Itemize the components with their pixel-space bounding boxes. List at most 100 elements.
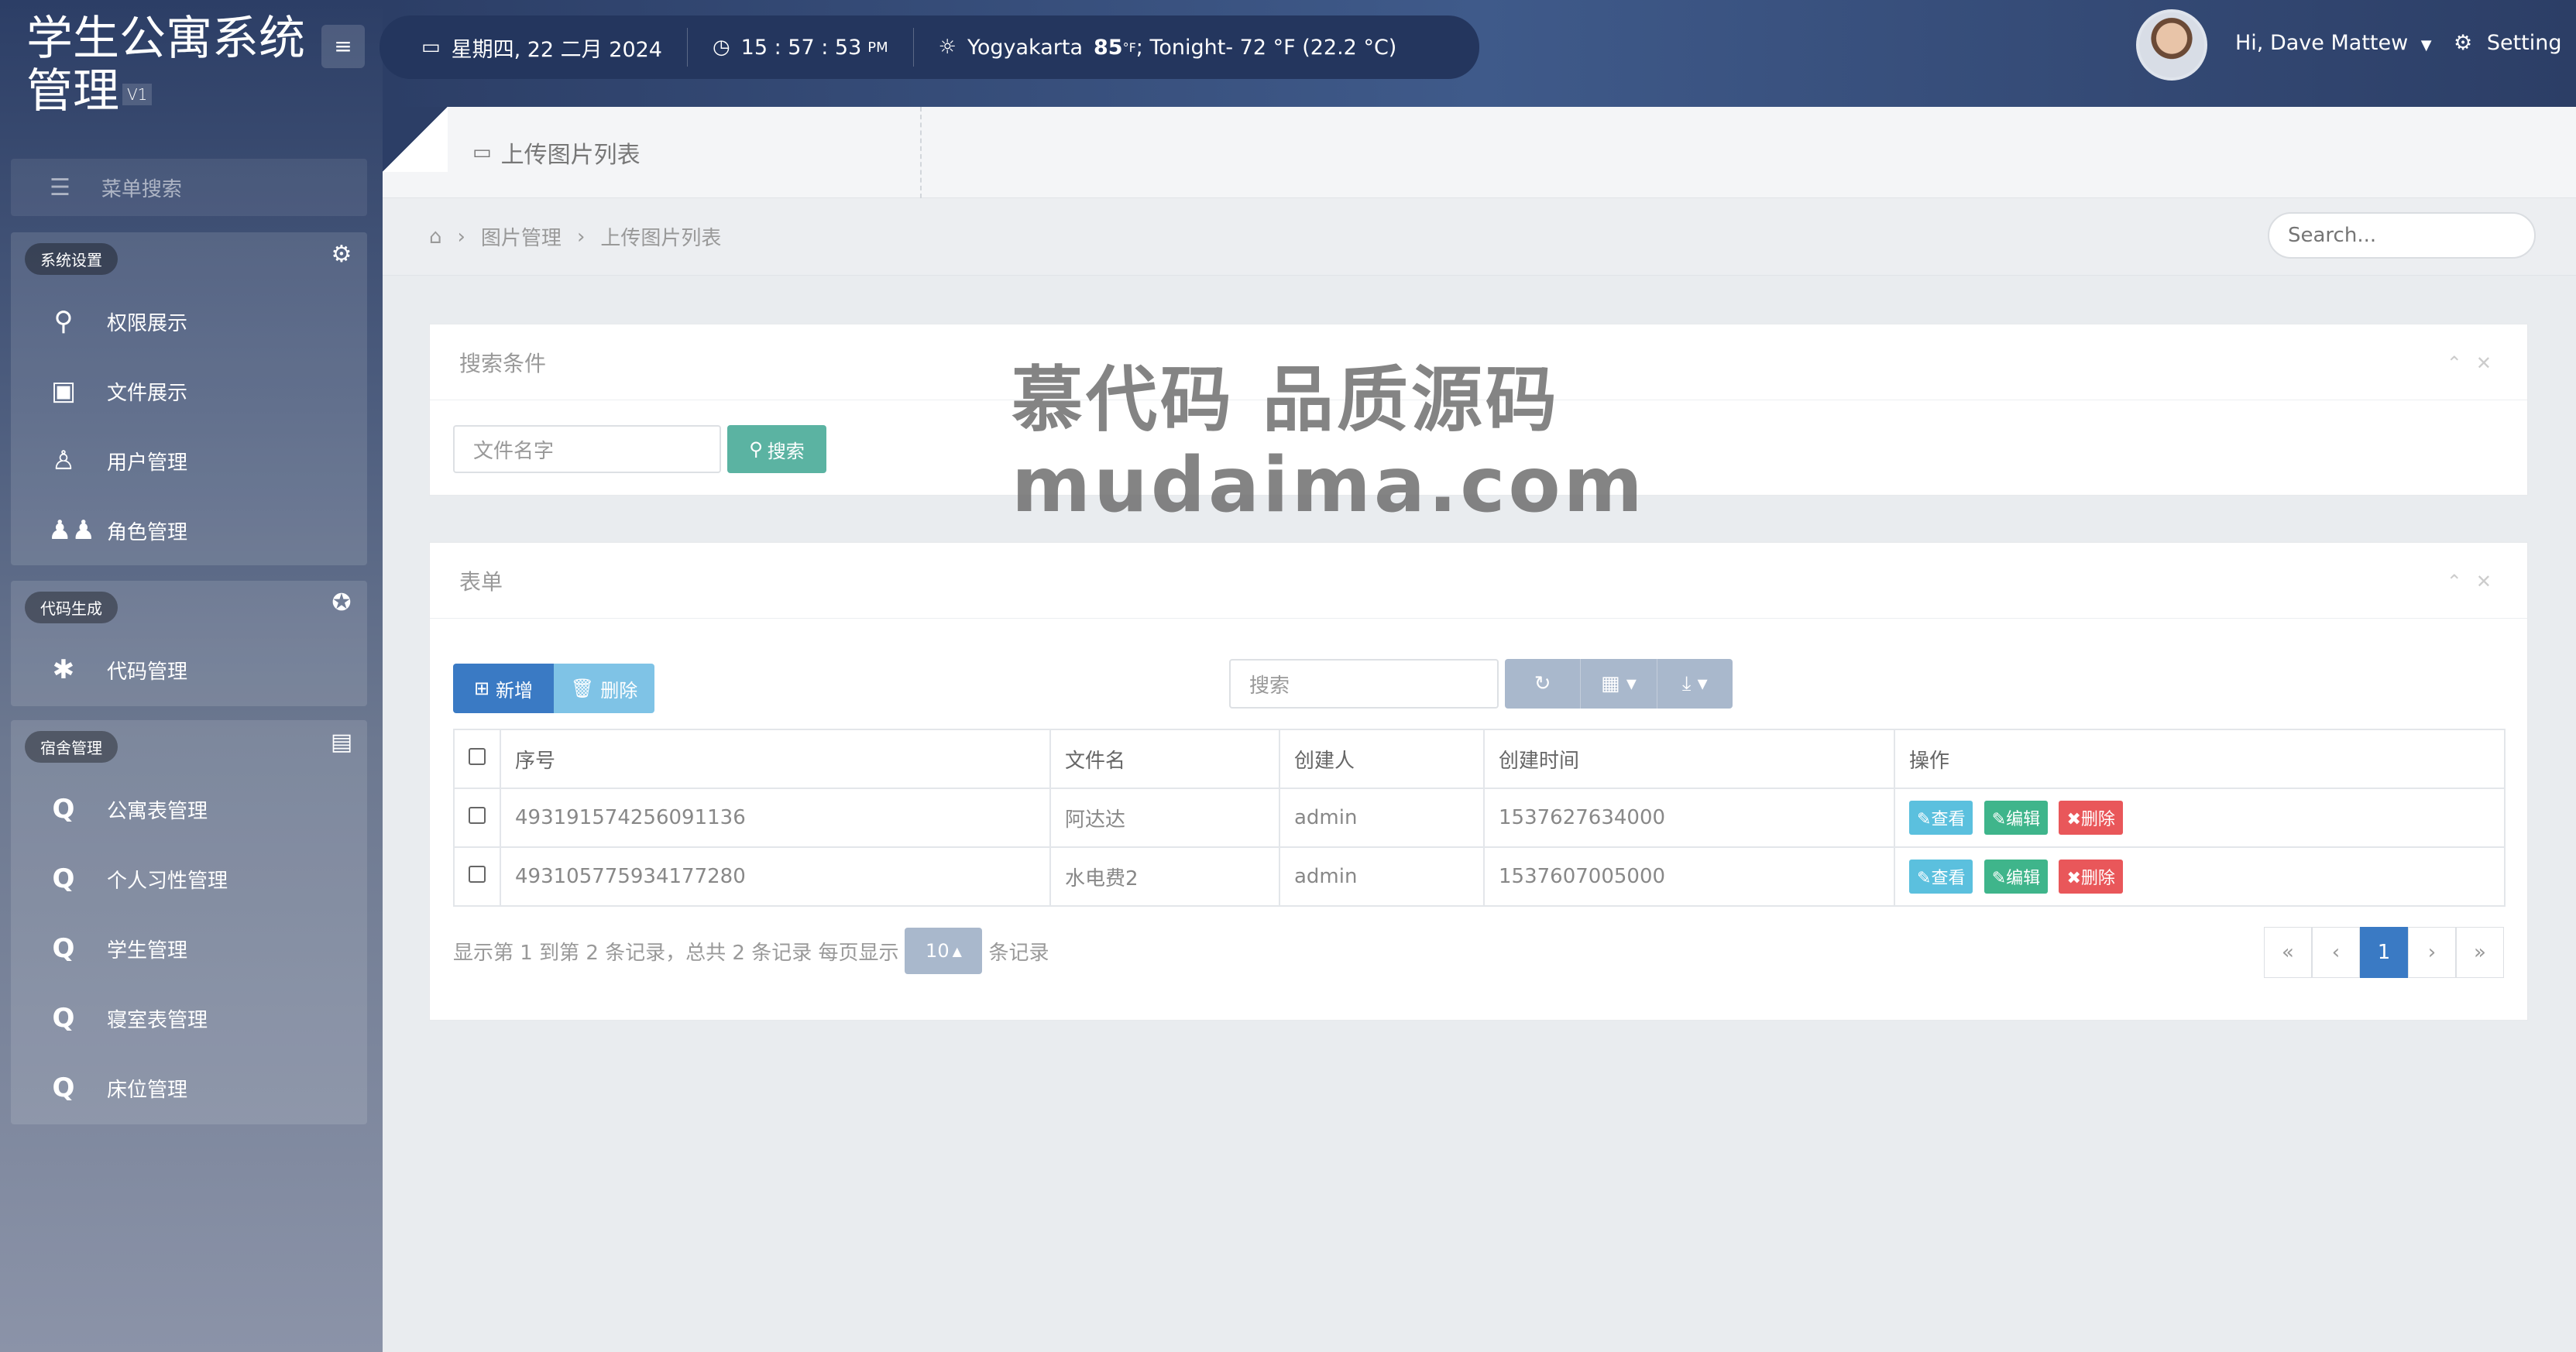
column-header[interactable]: 创建人 (1279, 729, 1485, 789)
edit-button-label: 编辑 (2006, 869, 2041, 888)
column-header[interactable]: 文件名 (1049, 729, 1280, 789)
chevron-right-icon: › (576, 225, 586, 249)
close-icon[interactable]: ✕ (2476, 352, 2506, 374)
close-icon[interactable]: ✕ (2476, 571, 2506, 592)
watermark-line2: mudaima.com (1012, 441, 1646, 530)
row-checkbox[interactable] (469, 866, 486, 883)
row-delete-button[interactable]: ✖删除 (2059, 860, 2123, 894)
menu-search[interactable]: ☰ 菜单搜索 (11, 159, 367, 216)
breadcrumb-item[interactable]: 图片管理 (481, 222, 562, 251)
weather-temp-unit: °F (1122, 39, 1136, 55)
x-icon: ✖ (2066, 869, 2081, 888)
sidebar-item-files[interactable]: ▣ 文件展示 (11, 358, 367, 424)
search-button[interactable]: ⚲ 搜索 (727, 425, 826, 473)
edit-button[interactable]: ✎编辑 (1984, 860, 2049, 894)
cell-actions: ✎查看 ✎编辑 ✖删除 (1894, 788, 2506, 848)
time-display: ◷ 15 : 57 : 53 PM (713, 28, 914, 67)
search-icon: ⚲ (749, 438, 763, 460)
home-icon[interactable]: ⌂ (429, 225, 442, 249)
tab-upload-image-list[interactable]: ▭ 上传图片列表 (460, 107, 922, 198)
filename-input[interactable]: 文件名字 (453, 425, 721, 473)
table-search-placeholder: 搜索 (1249, 674, 1290, 698)
view-button[interactable]: ✎查看 (1909, 801, 1973, 835)
setting-link[interactable]: ⚙ Setting (2454, 31, 2562, 55)
delete-button[interactable]: 🗑 删除 (554, 664, 654, 713)
sidebar-item-habits[interactable]: Q 个人习性管理 (11, 846, 367, 912)
sidebar-item-roles[interactable]: ♟♟ 角色管理 (11, 497, 367, 564)
panel-title: 表单 (459, 568, 503, 595)
next-page-button[interactable]: › (2408, 927, 2456, 978)
collapse-icon[interactable]: ⌃ (2447, 352, 2476, 374)
column-header[interactable]: 序号 (500, 729, 1051, 789)
key-icon: ⚲ (53, 306, 74, 337)
plus-square-icon: ⊞ (473, 678, 490, 699)
date-display: ▭ 星期四, 22 二月 2024 (421, 28, 688, 67)
edit-square-icon: ✎ (1917, 810, 1932, 829)
user-menu[interactable]: Hi, Dave Mattew ▼ (2235, 31, 2432, 55)
refresh-icon: ↻ (1534, 672, 1551, 695)
edit-square-icon: ✎ (1991, 810, 2007, 829)
sidebar-item-students[interactable]: Q 学生管理 (11, 915, 367, 982)
brand-title[interactable]: 学生公寓系统 管理 V1 (26, 12, 305, 121)
brand-title-line1: 学生公寓系统 (26, 12, 305, 66)
column-header[interactable]: 创建时间 (1483, 729, 1895, 789)
sidebar-item-label: 个人习性管理 (107, 869, 228, 893)
time-text: 15 : 57 : 53 (740, 35, 862, 60)
version-badge: V1 (122, 83, 153, 105)
row-select-cell (453, 846, 501, 907)
columns-button[interactable]: ▦ ▾ (1581, 659, 1657, 709)
edit-button[interactable]: ✎编辑 (1984, 801, 2049, 835)
menu-toggle-button[interactable]: ≡ (321, 25, 365, 68)
caret-down-icon: ▼ (2420, 37, 2432, 53)
search-button-label: 搜索 (767, 440, 805, 462)
view-button[interactable]: ✎查看 (1909, 860, 1973, 894)
page-button[interactable]: 1 (2360, 927, 2408, 978)
brand-title-line2: 管理 (26, 64, 119, 118)
row-checkbox[interactable] (469, 807, 486, 824)
menu-search-label: 菜单搜索 (101, 177, 182, 201)
image-file-icon: ▣ (50, 376, 77, 407)
cell-creator: admin (1279, 788, 1485, 848)
last-page-button[interactable]: » (2456, 927, 2504, 978)
panel-title: 搜索条件 (459, 350, 547, 376)
refresh-button[interactable]: ↻ (1505, 659, 1582, 709)
view-button-label: 查看 (1931, 810, 1966, 829)
setting-label: Setting (2486, 31, 2562, 55)
global-search-input[interactable] (2268, 212, 2536, 259)
rebel-icon[interactable]: ✪ (328, 590, 355, 616)
user-icon: ♙ (51, 445, 76, 476)
sidebar-item-label: 权限展示 (107, 311, 188, 335)
sidebar-item-apartments[interactable]: Q 公寓表管理 (11, 776, 367, 842)
cloud-sun-icon: ☼ (938, 36, 957, 59)
sidebar-item-dorms[interactable]: Q 寝室表管理 (11, 985, 367, 1052)
add-button[interactable]: ⊞ 新增 (453, 664, 554, 713)
grid-icon: ▦ ▾ (1601, 672, 1637, 695)
first-page-button[interactable]: « (2264, 927, 2312, 978)
caret-up-icon: ▲ (952, 943, 962, 959)
cell-filename: 阿达达 (1049, 788, 1280, 848)
group-title-dorm: 宿舍管理 (25, 731, 118, 763)
prev-page-button[interactable]: ‹ (2312, 927, 2360, 978)
page-info-prefix: 显示第 1 到第 2 条记录，总共 2 条记录 每页显示 (453, 941, 899, 965)
select-all-checkbox[interactable] (469, 748, 486, 765)
time-suffix: PM (867, 39, 888, 56)
contact-book-icon[interactable]: ▤ (328, 729, 355, 756)
table-row[interactable]: 493191574256091136 阿达达 admin 15376276340… (453, 788, 2506, 848)
table-row[interactable]: 493105775934177280 水电费2 admin 1537607005… (453, 846, 2506, 907)
table-search-input[interactable]: 搜索 (1229, 659, 1499, 709)
row-delete-label: 删除 (2080, 810, 2115, 829)
row-delete-button[interactable]: ✖删除 (2059, 801, 2123, 835)
filename-placeholder: 文件名字 (473, 439, 555, 463)
avatar[interactable] (2136, 9, 2207, 81)
export-button[interactable]: ⤓ ▾ (1657, 659, 1733, 709)
sidebar-item-beds[interactable]: Q 床位管理 (11, 1055, 367, 1121)
cell-created: 1537627634000 (1483, 788, 1895, 848)
sidebar-item-code[interactable]: ✱ 代码管理 (11, 637, 367, 703)
weather-city: Yogyakarta (967, 35, 1083, 60)
page-size-select[interactable]: 10 ▲ (905, 928, 983, 974)
gear-icon[interactable]: ⚙ (328, 242, 355, 268)
sidebar-item-permissions[interactable]: ⚲ 权限展示 (11, 288, 367, 355)
sidebar-item-label: 床位管理 (107, 1078, 188, 1102)
collapse-icon[interactable]: ⌃ (2447, 571, 2476, 592)
sidebar-item-users[interactable]: ♙ 用户管理 (11, 427, 367, 494)
